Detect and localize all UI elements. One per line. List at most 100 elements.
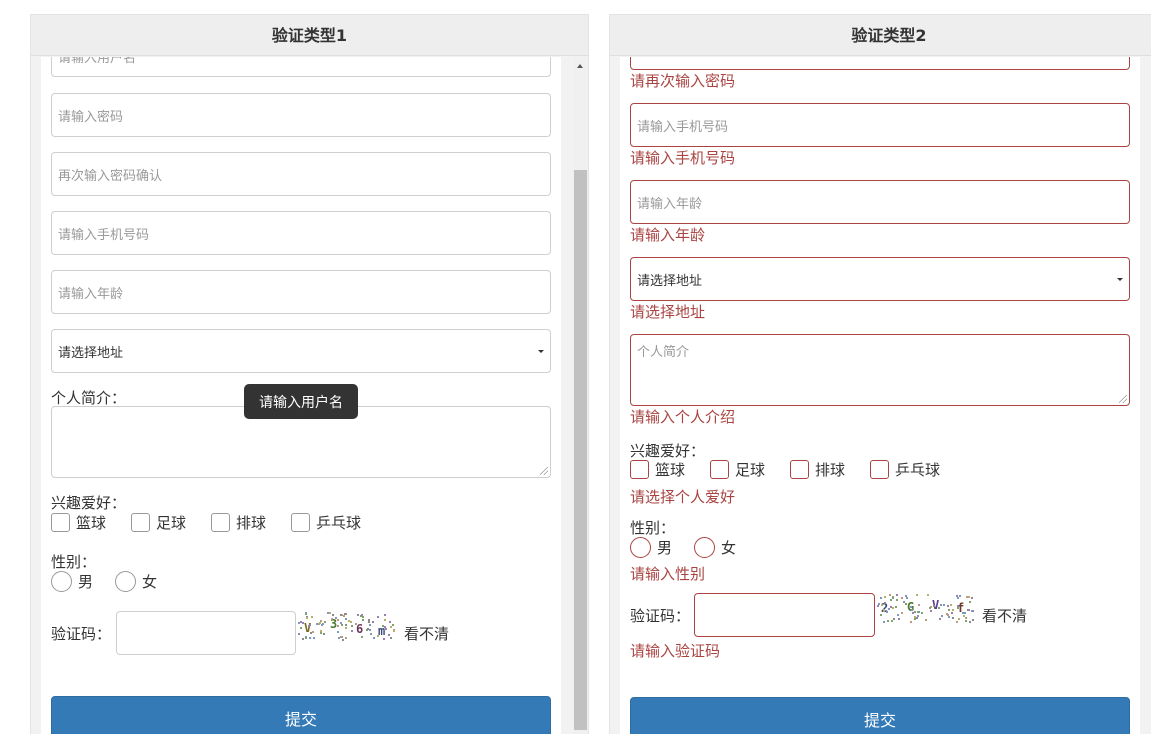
gender-radio-female[interactable]: 女 [115, 571, 157, 592]
captcha-noise-dot [370, 633, 372, 635]
captcha-noise-dot [964, 612, 966, 614]
confirm-password-input[interactable]: 再次输入密码确认 [51, 152, 551, 196]
captcha-noise-dot [956, 621, 958, 623]
intro-textarea[interactable]: 个人简介 [630, 334, 1130, 406]
scroll-up-arrow-icon[interactable] [577, 64, 583, 68]
checkbox-icon[interactable] [211, 513, 230, 532]
captcha-noise-dot [940, 604, 942, 606]
captcha-noise-dot [350, 621, 352, 623]
radio-icon[interactable] [51, 571, 72, 592]
captcha-noise-dot [351, 630, 353, 632]
address-selected-value: 请选择地址 [637, 273, 703, 289]
captcha-noise-dot [311, 616, 313, 618]
captcha-noise-dot [306, 617, 308, 619]
intro-placeholder: 个人简介 [637, 345, 690, 360]
captcha-noise-dot [947, 614, 949, 616]
captcha-noise-dot [892, 596, 894, 598]
hobby-checkbox-basketball[interactable]: 篮球 [51, 512, 106, 533]
captcha-noise-dot [362, 616, 364, 618]
captcha-noise-dot [943, 604, 945, 606]
captcha-noise-dot [971, 597, 973, 599]
captcha-noise-dot [298, 633, 300, 635]
address-select[interactable]: 请选择地址 [630, 257, 1130, 301]
radio-icon[interactable] [115, 571, 136, 592]
captcha-noise-dot [884, 596, 886, 598]
captcha-noise-dot [906, 597, 908, 599]
checkbox-icon[interactable] [710, 460, 729, 479]
captcha-noise-dot [898, 618, 900, 620]
captcha-refresh-link[interactable]: 看不清 [404, 623, 449, 644]
checkbox-icon[interactable] [131, 513, 150, 532]
captcha-noise-dot [965, 617, 967, 619]
hobby-checkbox-basketball[interactable]: 篮球 [630, 459, 685, 480]
hobby-option-label: 乒乓球 [895, 461, 941, 479]
captcha-noise-dot [355, 623, 357, 625]
captcha-noise-dot [390, 637, 392, 639]
gender-radio-female[interactable]: 女 [694, 537, 736, 558]
captcha-noise-dot [344, 613, 346, 615]
captcha-noise-dot [309, 637, 311, 639]
hobby-checkbox-pingpong[interactable]: 乒乓球 [870, 459, 940, 480]
captcha-noise-dot [891, 620, 893, 622]
captcha-noise-dot [367, 628, 369, 630]
captcha-noise-dot [939, 618, 941, 620]
captcha-noise-dot [880, 614, 882, 616]
radio-icon[interactable] [694, 537, 715, 558]
checkbox-icon[interactable] [291, 513, 310, 532]
resize-grip-icon[interactable] [1119, 395, 1127, 403]
captcha-noise-dot [341, 624, 343, 626]
captcha-image[interactable]: 2 G V f [877, 594, 975, 624]
hobby-checkbox-football[interactable]: 足球 [710, 459, 765, 480]
captcha-refresh-link[interactable]: 看不清 [982, 605, 1027, 626]
age-input[interactable]: 请输入年龄 [51, 270, 551, 314]
checkbox-icon[interactable] [870, 460, 889, 479]
captcha-noise-dot [393, 630, 395, 632]
gender-radio-male[interactable]: 男 [630, 537, 672, 558]
captcha-noise-dot [886, 611, 888, 613]
password-input[interactable]: 请输入密码 [51, 93, 551, 137]
intro-label: 个人简介： [51, 389, 127, 407]
hobby-checkbox-volleyball[interactable]: 排球 [211, 512, 266, 533]
hobby-checkbox-pingpong[interactable]: 乒乓球 [291, 512, 361, 533]
captcha-noise-dot [357, 614, 359, 616]
phone-input[interactable]: 请输入手机号码 [51, 211, 551, 255]
captcha-noise-dot [968, 596, 970, 598]
captcha-noise-dot [345, 637, 347, 639]
captcha-error: 请输入验证码 [630, 642, 721, 660]
hobby-label: 兴趣爱好： [630, 442, 706, 460]
phone-input[interactable]: 请输入手机号码 [630, 103, 1130, 147]
captcha-noise-dot [310, 632, 312, 634]
submit-button[interactable]: 提交 [51, 696, 551, 734]
captcha-noise-dot [337, 625, 339, 627]
radio-icon[interactable] [630, 537, 651, 558]
captcha-noise-dot [957, 607, 959, 609]
gender-radio-male[interactable]: 男 [51, 571, 93, 592]
hobby-error: 请选择个人爱好 [630, 488, 736, 506]
captcha-input[interactable] [116, 611, 296, 655]
age-placeholder: 请输入年龄 [58, 286, 124, 302]
captcha-noise-dot [343, 615, 345, 617]
hobby-checkbox-volleyball[interactable]: 排球 [790, 459, 845, 480]
submit-button[interactable]: 提交 [630, 697, 1130, 734]
checkbox-icon[interactable] [51, 513, 70, 532]
captcha-noise-dot [952, 617, 954, 619]
captcha-image[interactable]: V 3 6 m [298, 612, 396, 642]
age-placeholder: 请输入年龄 [637, 196, 703, 212]
hobby-checkbox-football[interactable]: 足球 [131, 512, 186, 533]
captcha-noise-dot [914, 611, 916, 613]
hobby-option-label: 篮球 [76, 514, 107, 532]
confirm-password-input[interactable] [630, 57, 1130, 70]
captcha-input[interactable] [694, 593, 875, 637]
scrollbar[interactable] [573, 57, 588, 734]
username-input[interactable]: 请输入用户名 [51, 57, 551, 77]
checkbox-icon[interactable] [630, 460, 649, 479]
resize-grip-icon[interactable] [540, 467, 548, 475]
address-select[interactable]: 请选择地址 [51, 329, 551, 373]
captcha-noise-dot [893, 618, 895, 620]
age-input[interactable]: 请输入年龄 [630, 180, 1130, 224]
captcha-noise-dot [322, 623, 324, 625]
scroll-thumb[interactable] [574, 170, 587, 730]
captcha-noise-dot [329, 612, 331, 614]
checkbox-icon[interactable] [790, 460, 809, 479]
captcha-noise-dot [335, 617, 337, 619]
